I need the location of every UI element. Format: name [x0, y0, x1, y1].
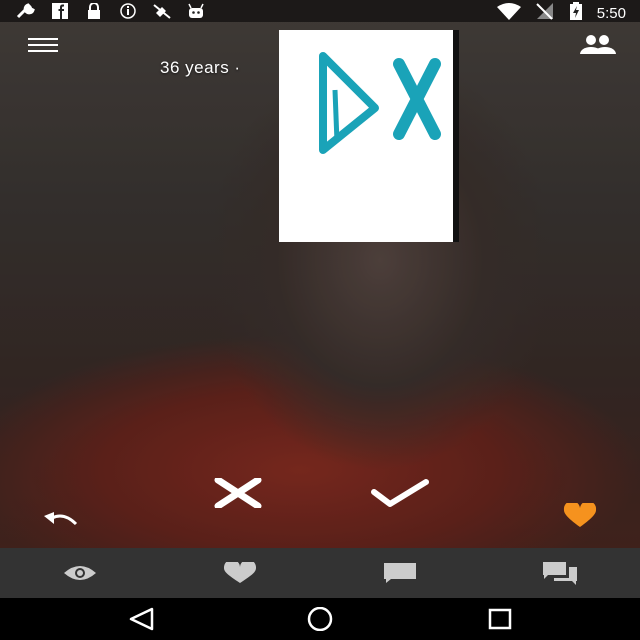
bottom-tab-bar: [0, 548, 640, 598]
no-signal-icon: [535, 2, 555, 24]
back-button[interactable]: [128, 607, 154, 631]
chat-icon: [384, 563, 416, 583]
tab-conversations[interactable]: [480, 548, 640, 598]
overlay-logo-card: [279, 30, 459, 242]
facebook-icon: [50, 3, 70, 19]
system-navigation-bar: [0, 598, 640, 640]
no-satellite-icon: [152, 3, 172, 19]
home-button[interactable]: [306, 606, 334, 632]
info-icon: [118, 3, 138, 19]
tab-likes[interactable]: [160, 548, 320, 598]
tab-visitors[interactable]: [0, 548, 160, 598]
check-icon: [371, 479, 429, 507]
accept-button[interactable]: [370, 478, 430, 508]
wrench-icon: [16, 3, 36, 19]
wifi-icon: [496, 2, 521, 24]
overlay-logo: [319, 52, 441, 154]
status-bar: 5:50: [0, 0, 640, 22]
favorite-button[interactable]: [562, 500, 598, 529]
tab-messages[interactable]: [320, 548, 480, 598]
back-icon: [129, 607, 154, 631]
conversations-icon: [543, 562, 577, 585]
undo-icon: [44, 512, 78, 526]
recents-icon: [488, 608, 512, 630]
undo-button[interactable]: [42, 510, 80, 532]
home-icon: [307, 606, 333, 632]
eye-icon: [64, 566, 96, 580]
menu-icon[interactable]: [28, 38, 58, 54]
close-icon: [214, 476, 262, 510]
android-icon: [186, 3, 206, 19]
heart-icon: [563, 500, 597, 527]
age-text: 36 years ·: [160, 58, 246, 77]
battery-charging-icon: [569, 2, 583, 24]
lock-icon: [84, 2, 104, 19]
heart-icon: [223, 562, 257, 583]
app-screen: 5:50 36 years · nd: [0, 0, 640, 640]
recents-button[interactable]: [487, 607, 513, 631]
people-icon[interactable]: [576, 34, 618, 58]
clock-text: 5:50: [596, 4, 626, 22]
reject-button[interactable]: [212, 476, 264, 510]
